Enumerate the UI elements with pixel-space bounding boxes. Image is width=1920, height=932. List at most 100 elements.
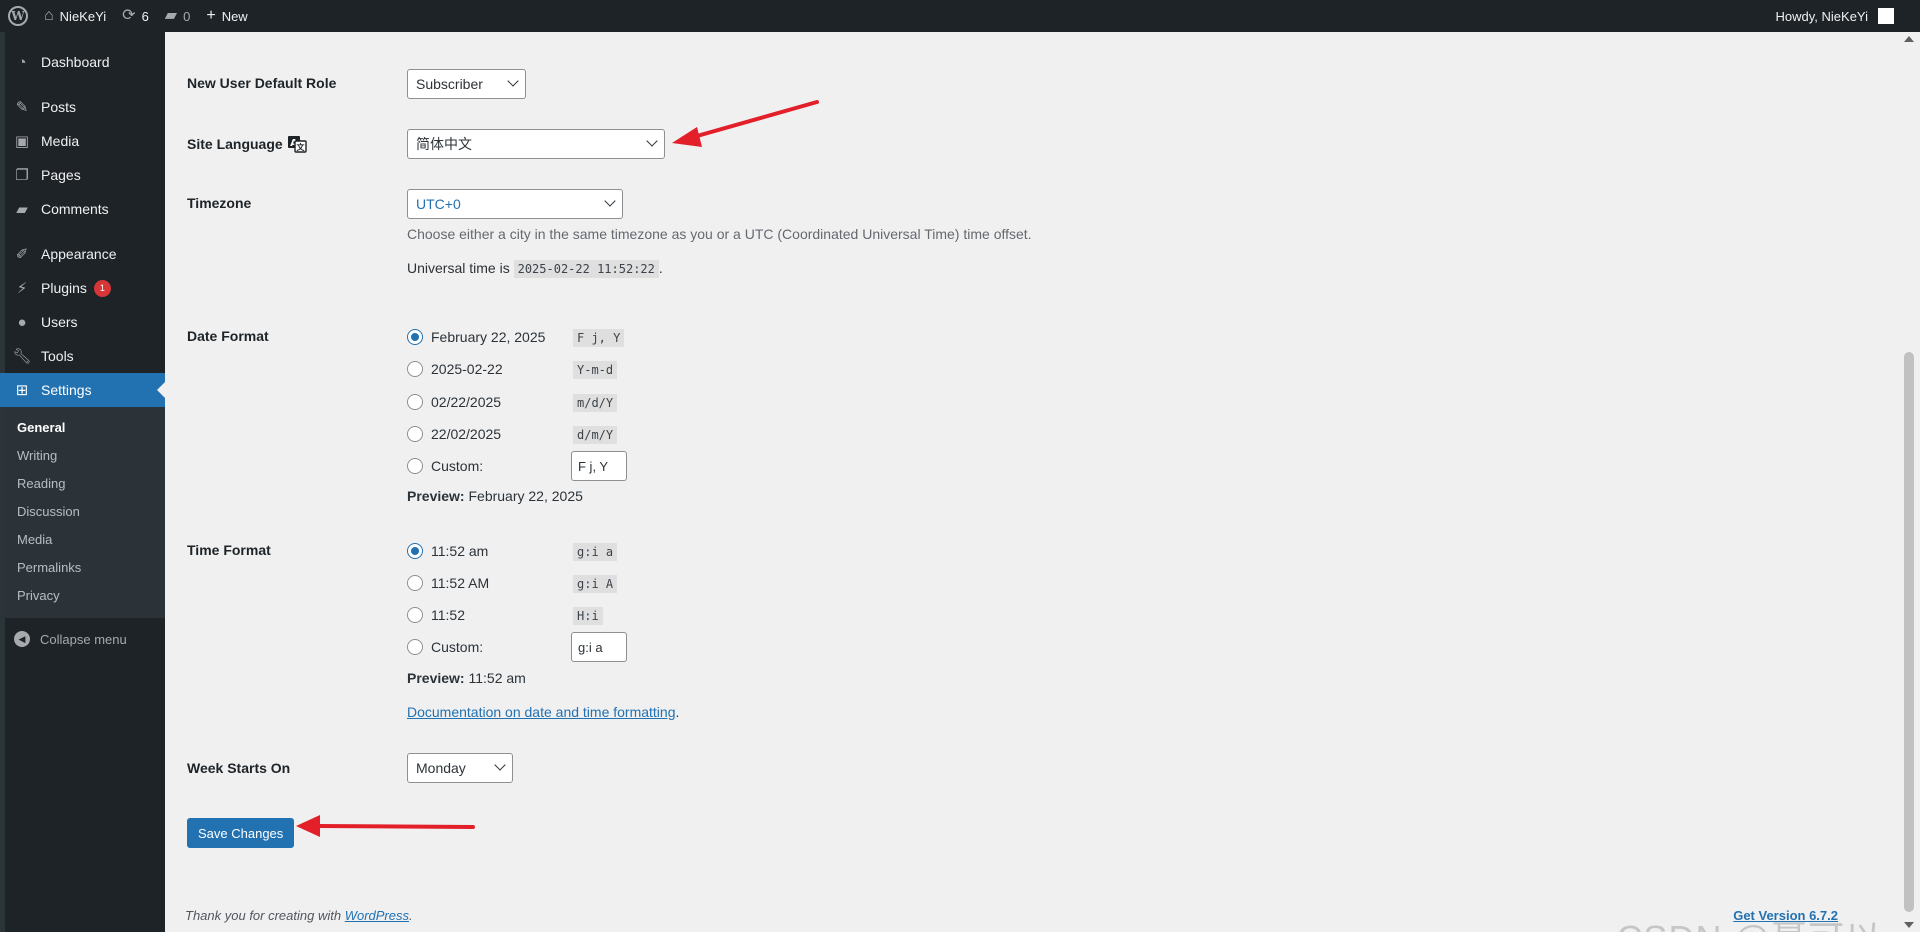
page-scrollbar[interactable] xyxy=(1898,32,1920,932)
time-format-option[interactable]: 11:52 AM xyxy=(407,575,489,591)
sidebar-item-label: Plugins xyxy=(41,280,87,296)
date-format-option[interactable]: February 22, 2025 xyxy=(407,329,545,345)
week-starts-select[interactable]: Monday xyxy=(407,753,513,783)
chevron-down-icon xyxy=(604,195,616,207)
sidebar-item-comments[interactable]: ▰ Comments xyxy=(0,192,165,226)
footer-thanks: Thank you for creating with WordPress. xyxy=(185,908,413,923)
sidebar-item-settings[interactable]: ⊞ Settings xyxy=(0,373,165,407)
scroll-down-arrow-icon[interactable] xyxy=(1904,922,1914,928)
time-format-custom-input[interactable]: g:i a xyxy=(571,632,627,662)
wordpress-link[interactable]: WordPress xyxy=(345,908,409,923)
date-format-option[interactable]: 2025-02-22 xyxy=(407,361,503,377)
preview-value: February 22, 2025 xyxy=(468,488,583,504)
site-name-link[interactable]: ⌂ NieKeYi xyxy=(36,0,114,32)
doc-link-suffix: . xyxy=(675,704,680,720)
radio-button[interactable] xyxy=(407,543,423,559)
site-language-value: 简体中文 xyxy=(416,136,472,152)
date-time-doc-row: Documentation on date and time formattin… xyxy=(407,704,679,720)
dashboard-icon: ◔ xyxy=(17,53,27,71)
site-language-select[interactable]: 简体中文 xyxy=(407,129,665,159)
admin-bar: W ⌂ NieKeYi ⟳ 6 ▰ 0 + New Howdy, NieKeYi xyxy=(0,0,1920,32)
scrollbar-thumb[interactable] xyxy=(1904,352,1914,912)
sidebar-item-posts[interactable]: ✎ Posts xyxy=(0,90,165,124)
date-format-custom-option[interactable]: Custom: xyxy=(407,458,483,474)
sidebar-item-media[interactable]: ▣ Media xyxy=(0,124,165,158)
submenu-discussion[interactable]: Discussion xyxy=(0,498,165,526)
media-icon: ▣ xyxy=(14,133,30,150)
sidebar-item-tools[interactable]: 🔧︎ Tools xyxy=(0,339,165,373)
submenu-privacy[interactable]: Privacy xyxy=(0,582,165,610)
radio-button[interactable] xyxy=(407,607,423,623)
user-icon: ● xyxy=(17,313,27,331)
comments-count: 0 xyxy=(183,8,191,24)
time-format-code: g:i A xyxy=(573,575,618,593)
sidebar-item-appearance[interactable]: ✐ Appearance xyxy=(0,237,165,271)
settings-form: New User Default Role Subscriber Site La… xyxy=(165,32,1898,932)
date-format-option[interactable]: 02/22/2025 xyxy=(407,394,501,410)
plus-icon: + xyxy=(206,7,216,24)
howdy-text: Howdy, NieKeYi xyxy=(1775,8,1868,24)
settings-icon: ⊞ xyxy=(15,382,29,399)
timezone-value: UTC+0 xyxy=(416,196,461,212)
date-format-option[interactable]: 22/02/2025 xyxy=(407,426,501,442)
sidebar-item-label: Media xyxy=(41,133,80,149)
sidebar-item-label: Appearance xyxy=(41,246,117,262)
sidebar-item-label: Comments xyxy=(41,201,109,217)
comment-icon: ▰ xyxy=(164,7,178,24)
submenu-reading[interactable]: Reading xyxy=(0,470,165,498)
time-format-custom-option[interactable]: Custom: xyxy=(407,639,483,655)
sidebar-item-label: Pages xyxy=(41,167,81,183)
comments-link[interactable]: ▰ 0 xyxy=(157,0,199,32)
sidebar-item-pages[interactable]: ❐ Pages xyxy=(0,158,165,192)
date-format-option-label: 02/22/2025 xyxy=(431,394,502,410)
sidebar-item-users[interactable]: ● Users xyxy=(0,305,165,339)
sidebar-item-plugins[interactable]: ⚡ Plugins 1 xyxy=(0,271,165,305)
site-language-label: Site Language xyxy=(187,136,283,152)
scroll-up-arrow-icon[interactable] xyxy=(1904,36,1914,42)
submenu-writing[interactable]: Writing xyxy=(0,442,165,470)
preview-label: Preview: xyxy=(407,670,465,686)
sidebar-item-dashboard[interactable]: ◔ Dashboard xyxy=(0,45,165,79)
svg-text:文: 文 xyxy=(296,142,305,152)
new-content-link[interactable]: + New xyxy=(198,0,255,32)
footer-thanks-suffix: . xyxy=(409,908,413,923)
radio-button[interactable] xyxy=(407,426,423,442)
comment-icon: ▰ xyxy=(16,201,28,218)
time-format-option[interactable]: 11:52 am xyxy=(407,543,488,559)
time-format-option[interactable]: 11:52 xyxy=(407,607,465,623)
submenu-media[interactable]: Media xyxy=(0,526,165,554)
date-format-label: Date Format xyxy=(187,328,269,344)
pin-icon: ✎ xyxy=(15,99,29,116)
radio-button[interactable] xyxy=(407,394,423,410)
universal-time-suffix: . xyxy=(658,260,663,276)
submenu-general[interactable]: General xyxy=(0,414,165,442)
sidebar-item-label: Tools xyxy=(41,348,74,364)
collapse-menu-button[interactable]: ◀ Collapse menu xyxy=(0,622,165,656)
radio-button[interactable] xyxy=(407,458,423,474)
date-format-option-label: February 22, 2025 xyxy=(431,329,546,345)
date-format-preview: Preview: February 22, 2025 xyxy=(407,488,583,504)
timezone-label: Timezone xyxy=(187,195,252,211)
chevron-down-icon xyxy=(494,759,506,771)
timezone-select[interactable]: UTC+0 xyxy=(407,189,623,219)
date-time-documentation-link[interactable]: Documentation on date and time formattin… xyxy=(407,704,676,720)
radio-button[interactable] xyxy=(407,329,423,345)
radio-button[interactable] xyxy=(407,575,423,591)
submenu-permalinks[interactable]: Permalinks xyxy=(0,554,165,582)
pages-icon: ❐ xyxy=(15,167,29,184)
default-role-value: Subscriber xyxy=(416,76,483,92)
site-name: NieKeYi xyxy=(59,8,107,24)
default-role-select[interactable]: Subscriber xyxy=(407,69,526,99)
brush-icon: ✐ xyxy=(15,246,29,263)
radio-button[interactable] xyxy=(407,361,423,377)
refresh-icon: ⟳ xyxy=(122,7,136,24)
wordpress-logo-icon[interactable]: W xyxy=(0,0,36,32)
save-changes-button[interactable]: Save Changes xyxy=(187,818,295,848)
date-format-custom-input[interactable]: F j, Y xyxy=(571,451,627,481)
account-menu[interactable]: Howdy, NieKeYi xyxy=(1768,0,1920,32)
radio-button[interactable] xyxy=(407,639,423,655)
date-format-option-label: 2025-02-22 xyxy=(431,361,503,377)
sidebar-item-label: Users xyxy=(41,314,78,330)
time-format-code: H:i xyxy=(573,607,603,625)
updates-link[interactable]: ⟳ 6 xyxy=(114,0,157,32)
